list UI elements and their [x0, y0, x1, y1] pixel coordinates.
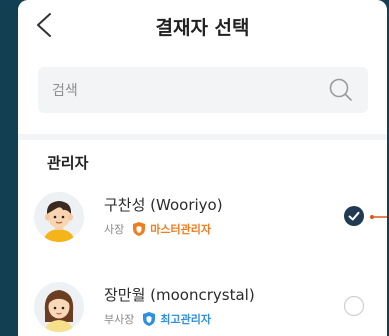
list-item-member[interactable]: 구찬성 (Wooriyo) 사장 마스터관리자: [18, 188, 387, 258]
admin-badge: 마스터관리자: [150, 223, 211, 236]
admin-badge: 최고관리자: [160, 313, 211, 326]
member-name: 구찬성 (Wooriyo): [104, 196, 223, 214]
shield-icon: [133, 222, 146, 236]
member-role: 부사장: [104, 313, 135, 326]
page-title: 결재자 선택: [155, 17, 250, 39]
member-name: 장만월 (mooncrystal): [104, 286, 255, 304]
annotation-pointer-icon: [370, 215, 387, 219]
member-role: 사장: [104, 223, 125, 236]
search-area: [18, 52, 387, 134]
member-list: 관리자 구찬성 (Wooriyo) 사장 마스터관리자 장만월 (mooncry…: [18, 134, 387, 336]
checkmark-selected-icon[interactable]: [343, 205, 365, 227]
search-box: [38, 67, 368, 115]
approver-panel: 결재자 선택 관리자: [18, 0, 387, 336]
girl-avatar-icon: [34, 282, 84, 332]
checkmark-unselected-icon[interactable]: [343, 295, 365, 317]
search-input[interactable]: [50, 67, 314, 115]
search-icon[interactable]: [328, 77, 354, 103]
avatar: [34, 192, 84, 242]
header: 결재자 선택: [18, 0, 387, 52]
boy-avatar-icon: [34, 192, 84, 242]
member-meta: 부사장 최고관리자: [104, 310, 211, 328]
section-title: 관리자: [47, 154, 89, 172]
member-meta: 사장 마스터관리자: [104, 220, 211, 238]
avatar: [34, 282, 84, 332]
shield-icon: [143, 312, 156, 326]
list-item-member[interactable]: 장만월 (mooncrystal) 부사장 최고관리자: [18, 278, 387, 336]
